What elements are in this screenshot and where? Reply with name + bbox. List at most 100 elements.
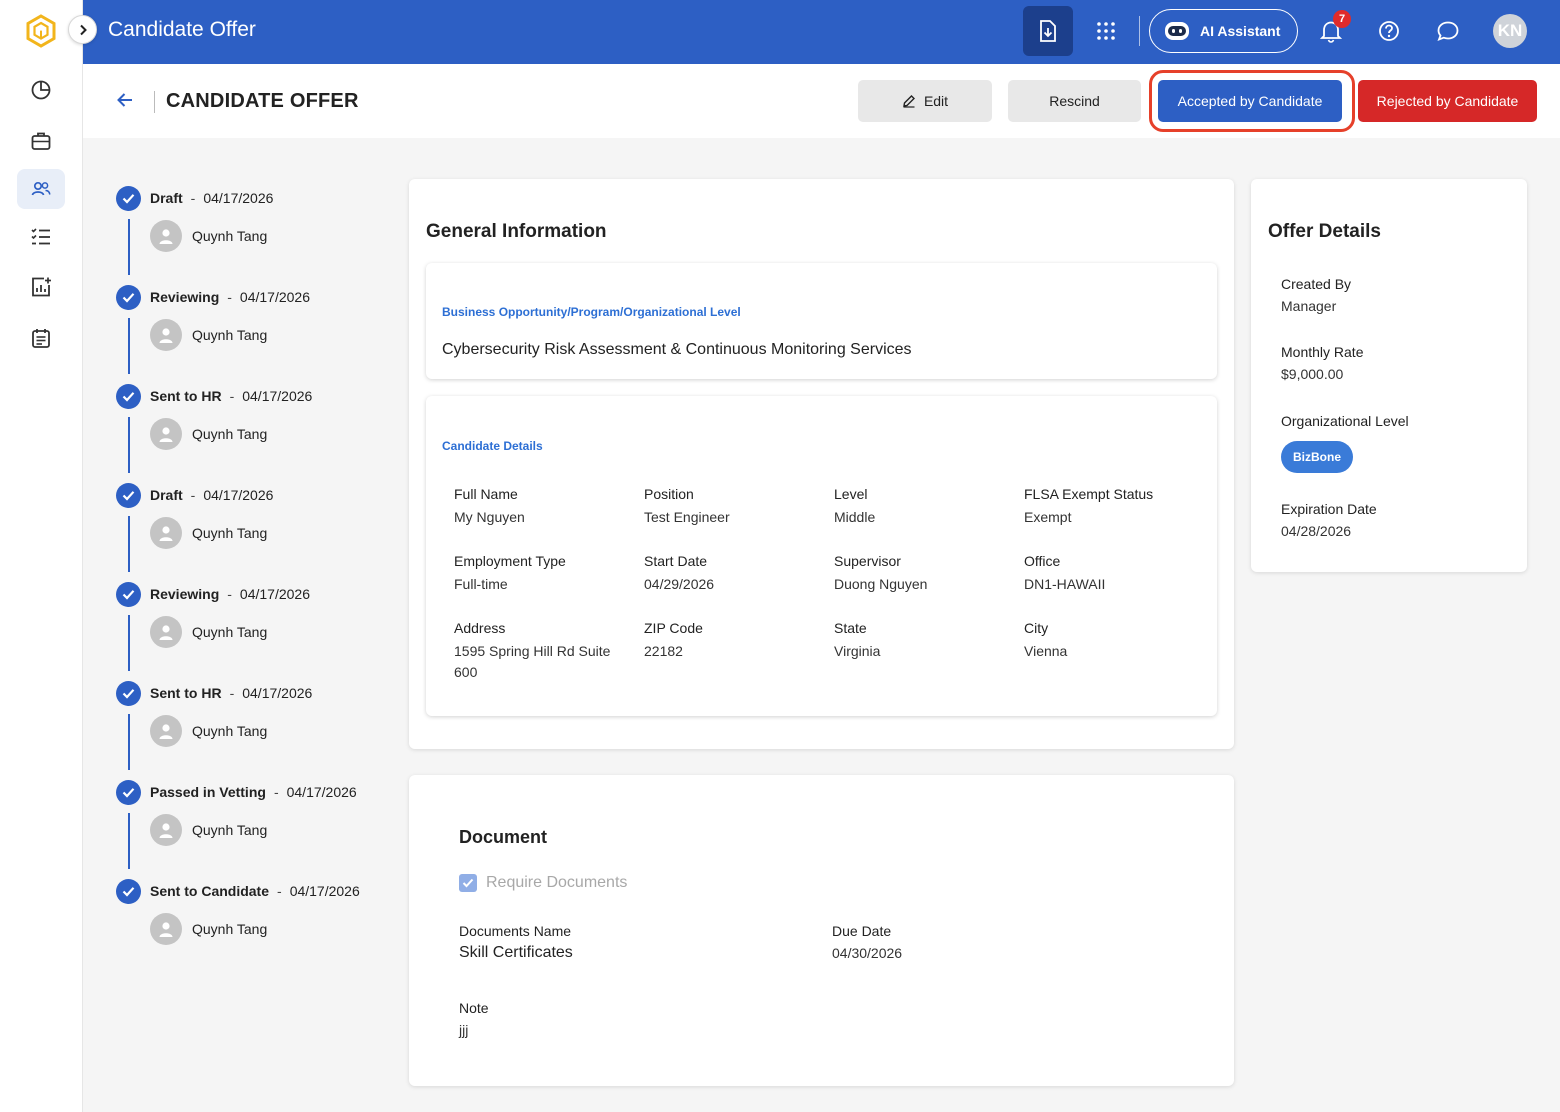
user-avatar-icon bbox=[150, 418, 182, 450]
offer-details-title: Offer Details bbox=[1268, 221, 1381, 242]
user-avatar-icon bbox=[150, 220, 182, 252]
user-avatar[interactable]: KN bbox=[1493, 14, 1527, 48]
rescind-button[interactable]: Rescind bbox=[1008, 80, 1141, 122]
rail-item-dashboard[interactable] bbox=[17, 70, 65, 110]
accepted-label: Accepted by Candidate bbox=[1177, 93, 1323, 109]
note-value: jjj bbox=[459, 1022, 469, 1038]
timeline-user-name: Quynh Tang bbox=[192, 327, 268, 343]
candidate-field: City Vienna bbox=[1024, 620, 1214, 683]
timeline-user-name: Quynh Tang bbox=[192, 921, 268, 937]
ai-assistant-label: AI Assistant bbox=[1200, 23, 1281, 39]
timeline-item: Sent to HR -04/17/2026 Quynh Tang bbox=[116, 384, 386, 483]
candidate-field-value: Virginia bbox=[834, 643, 881, 659]
timeline-status: Sent to HR bbox=[150, 388, 222, 404]
rail-item-tasks[interactable] bbox=[17, 217, 65, 257]
user-avatar-icon bbox=[150, 616, 182, 648]
created-by-value: Manager bbox=[1281, 298, 1337, 314]
timeline-user: Quynh Tang bbox=[150, 616, 267, 648]
timeline-user-name: Quynh Tang bbox=[192, 525, 268, 541]
timeline-user: Quynh Tang bbox=[150, 418, 267, 450]
download-button[interactable] bbox=[1023, 6, 1073, 56]
rail-item-jobs[interactable] bbox=[17, 121, 65, 161]
edit-button[interactable]: Edit bbox=[858, 80, 992, 122]
general-information-card: General Information Business Opportunity… bbox=[409, 179, 1234, 749]
apps-grid-button[interactable] bbox=[1093, 18, 1119, 44]
candidate-field-value: Full-time bbox=[454, 576, 508, 592]
timeline-date: 04/17/2026 bbox=[242, 388, 313, 404]
timeline-connector bbox=[128, 417, 130, 473]
offer-details-card: Offer Details Created By Manager Monthly… bbox=[1251, 179, 1527, 572]
rail-item-reports[interactable] bbox=[17, 267, 65, 307]
check-circle-icon bbox=[116, 681, 141, 706]
checklist-icon bbox=[31, 228, 50, 245]
candidate-field-label: Address bbox=[454, 620, 506, 636]
accepted-by-candidate-button[interactable]: Accepted by Candidate bbox=[1158, 80, 1342, 122]
calendar-icon bbox=[32, 329, 50, 348]
topbar-divider bbox=[1139, 16, 1140, 46]
header-divider bbox=[154, 91, 155, 113]
timeline-heading: Reviewing -04/17/2026 bbox=[150, 289, 310, 305]
general-information-title: General Information bbox=[426, 221, 607, 242]
timeline-date: 04/17/2026 bbox=[203, 190, 274, 206]
briefcase-icon bbox=[31, 132, 51, 150]
timeline-item: Sent to HR -04/17/2026 Quynh Tang bbox=[116, 681, 386, 780]
candidate-field-label: Position bbox=[644, 486, 694, 502]
require-documents-checkbox[interactable] bbox=[459, 874, 477, 892]
timeline-heading: Sent to HR -04/17/2026 bbox=[150, 388, 312, 404]
timeline-separator: - bbox=[227, 586, 232, 602]
user-avatar-icon bbox=[150, 913, 182, 945]
timeline-separator: - bbox=[229, 685, 235, 701]
candidate-field-label: Full Name bbox=[454, 486, 518, 502]
require-documents-row: Require Documents bbox=[459, 874, 627, 892]
candidate-field-value: 1595 Spring Hill Rd Suite 600 bbox=[454, 643, 611, 680]
timeline-status: Draft bbox=[150, 190, 183, 206]
checkmark-icon bbox=[462, 878, 474, 888]
timeline-separator: - bbox=[190, 190, 196, 206]
pencil-icon bbox=[903, 95, 915, 108]
timeline-user: Quynh Tang bbox=[150, 913, 267, 945]
timeline-date: 04/17/2026 bbox=[203, 487, 274, 503]
timeline-status: Sent to Candidate bbox=[150, 883, 270, 899]
check-circle-icon bbox=[116, 780, 141, 805]
chevron-right-icon bbox=[79, 24, 87, 35]
timeline-date: 04/17/2026 bbox=[286, 784, 357, 800]
timeline-date: 04/17/2026 bbox=[242, 685, 313, 701]
timeline-user-name: Quynh Tang bbox=[192, 723, 268, 739]
back-arrow-icon[interactable] bbox=[116, 90, 134, 110]
business-opportunity-section: Business Opportunity/Program/Organizatio… bbox=[426, 263, 1217, 379]
timeline-separator: - bbox=[273, 784, 279, 800]
expand-sidebar-button[interactable] bbox=[68, 15, 97, 44]
candidate-field-label: City bbox=[1024, 620, 1049, 636]
timeline-separator: - bbox=[229, 388, 235, 404]
expiration-date-label: Expiration Date bbox=[1281, 501, 1377, 517]
timeline-user: Quynh Tang bbox=[150, 319, 267, 351]
timeline-heading: Passed in Vetting -04/17/2026 bbox=[150, 784, 357, 800]
candidate-field-value: 04/29/2026 bbox=[644, 576, 715, 592]
candidate-field-label: FLSA Exempt Status bbox=[1024, 486, 1154, 502]
rejected-by-candidate-button[interactable]: Rejected by Candidate bbox=[1358, 80, 1537, 122]
created-by-label: Created By bbox=[1281, 276, 1352, 292]
candidate-field: Address 1595 Spring Hill Rd Suite 600 bbox=[454, 620, 644, 683]
timeline-item: Draft -04/17/2026 Quynh Tang bbox=[116, 186, 386, 285]
app-logo-icon[interactable] bbox=[24, 14, 58, 48]
timeline-item: Reviewing -04/17/2026 Quynh Tang bbox=[116, 285, 386, 384]
timeline-user-name: Quynh Tang bbox=[192, 822, 268, 838]
apps-grid-icon bbox=[1097, 22, 1115, 40]
rail-item-candidates[interactable] bbox=[17, 169, 65, 209]
check-circle-icon bbox=[116, 285, 141, 310]
rail-item-calendar[interactable] bbox=[17, 318, 65, 358]
check-circle-icon bbox=[116, 582, 141, 607]
documents-name-value: Skill Certificates bbox=[459, 944, 573, 961]
timeline-separator: - bbox=[190, 487, 196, 503]
people-icon bbox=[31, 181, 51, 196]
candidate-field-value: Test Engineer bbox=[644, 509, 730, 525]
candidate-field: State Virginia bbox=[834, 620, 1024, 683]
candidate-field-label: ZIP Code bbox=[644, 620, 703, 636]
help-button[interactable] bbox=[1376, 18, 1402, 44]
timeline-date: 04/17/2026 bbox=[239, 586, 310, 602]
candidate-field: Position Test Engineer bbox=[644, 486, 834, 528]
ai-assistant-button[interactable]: AI Assistant bbox=[1149, 9, 1298, 53]
timeline-status: Draft bbox=[150, 487, 183, 503]
timeline-heading: Reviewing -04/17/2026 bbox=[150, 586, 310, 602]
chat-button[interactable] bbox=[1435, 18, 1461, 44]
